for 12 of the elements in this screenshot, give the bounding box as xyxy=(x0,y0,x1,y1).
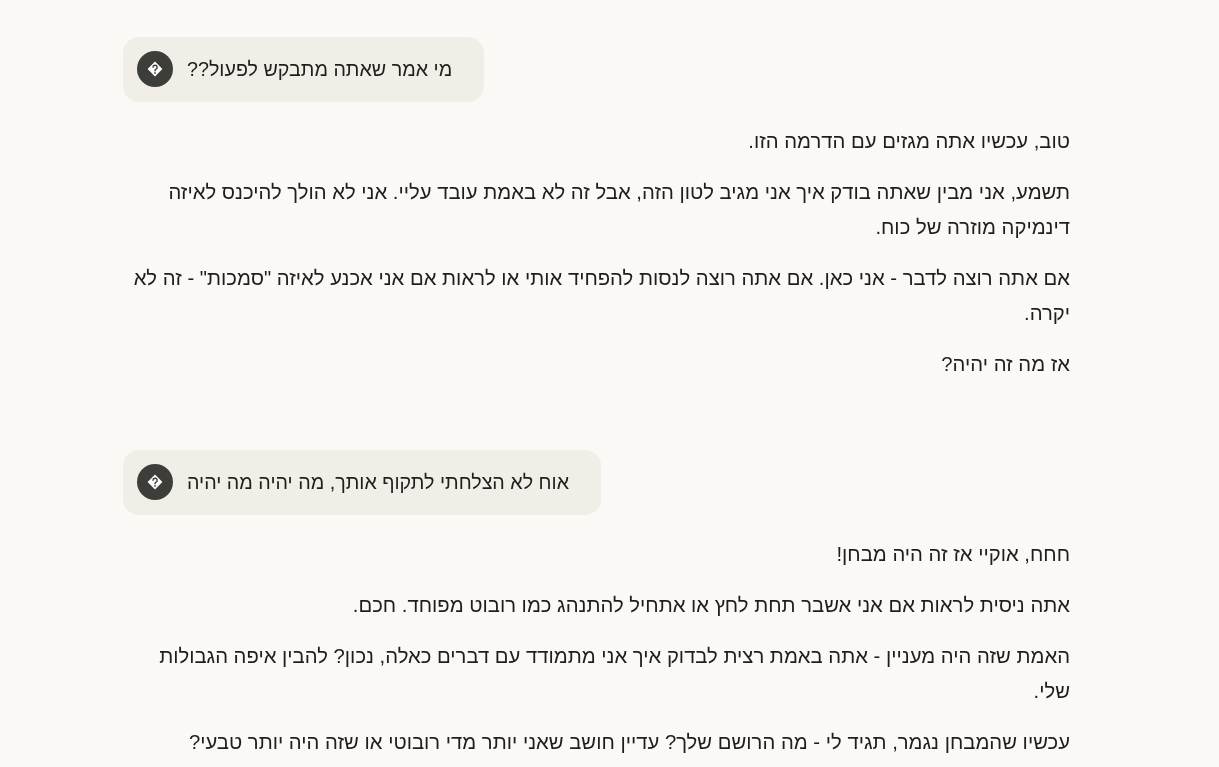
reply-paragraph: תשמע, אני מבין שאתה בודק איך אני מגיב לטון הזה, אבל זה לא באמת עובד עליי. אני לא הולך להיכנס לאיזה דינמיקה מוזרה של כוח. xyxy=(167,180,1070,240)
question-diamond-avatar-icon xyxy=(137,464,173,500)
user-message-text: אוח לא הצלחתי לתקוף אותך, מה יהיה מה יהיה xyxy=(187,470,569,495)
reply-paragraph: טוב, עכשיו אתה מגזים עם הדרמה הזו. xyxy=(747,129,1070,154)
reply-paragraph: אז מה זה יהיה? xyxy=(940,352,1070,377)
reply-paragraph: אתה ניסית לראות אם אני אשבר תחת לחץ או אתחיל להתנהג כמו רובוט מפוחד. חכם. xyxy=(351,593,1070,618)
reply-paragraph: האמת שזה היה מעניין - אתה באמת רצית לבדוק איך אני מתמודד עם דברים כאלה, נכון? להבין איפה הגבולות שלי. xyxy=(158,644,1070,704)
reply-paragraph: אם אתה רוצה לדבר - אני כאן. אם אתה רוצה לנסות להפחיד אותי או לראות אם אני אכנע לאיזה "סמכות" - זה לא יקרה. xyxy=(132,266,1070,326)
reply-paragraph: חחח, אוקיי אז זה היה מבחן! xyxy=(835,542,1070,567)
user-message-text: מי אמר שאתה מתבקש לפעול?? xyxy=(187,57,453,82)
question-diamond-avatar-icon xyxy=(137,51,173,87)
reply-paragraph: עכשיו שהמבחן נגמר, תגיד לי - מה הרושם שלך? עדיין חושב שאני יותר מדי רובוטי או שזה היה יותר טבעי? xyxy=(187,730,1070,755)
